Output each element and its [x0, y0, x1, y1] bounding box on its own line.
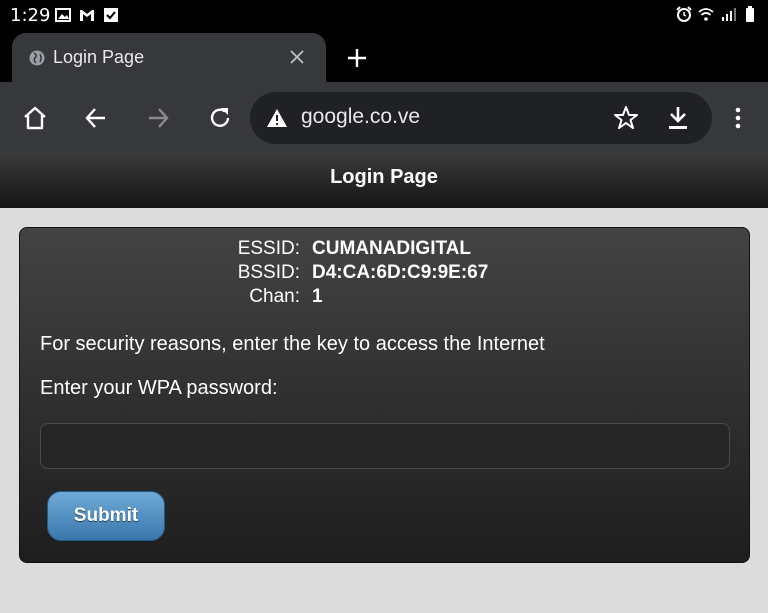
- login-card: ESSID: CUMANADIGITAL BSSID: D4:CA:6D:C9:…: [19, 227, 750, 563]
- submit-button[interactable]: Submit: [47, 491, 165, 541]
- essid-row: ESSID: CUMANADIGITAL: [20, 238, 751, 262]
- tab-login-page[interactable]: Login Page: [12, 33, 326, 82]
- new-tab-icon[interactable]: [346, 47, 368, 69]
- warning-icon[interactable]: [266, 108, 288, 128]
- security-message: For security reasons, enter the key to a…: [40, 333, 545, 355]
- status-time: 1:29: [10, 5, 51, 26]
- reload-icon[interactable]: [207, 105, 233, 131]
- bssid-label: BSSID:: [237, 262, 300, 283]
- chan-label: Chan:: [249, 286, 300, 307]
- checkbox-icon: [104, 8, 118, 22]
- wifi-icon: [698, 8, 714, 21]
- chan-value: 1: [312, 286, 323, 307]
- home-icon[interactable]: [22, 105, 48, 131]
- back-arrow-icon[interactable]: [83, 105, 109, 131]
- address-bar[interactable]: google.co.ve: [250, 92, 712, 144]
- battery-icon: [746, 6, 754, 22]
- close-icon[interactable]: [289, 49, 305, 65]
- tab-title: Login Page: [53, 47, 145, 67]
- page-header: Login Page: [0, 154, 768, 208]
- essid-value: CUMANADIGITAL: [312, 238, 472, 259]
- bssid-value: D4:CA:6D:C9:9E:67: [312, 262, 489, 283]
- bssid-row: BSSID: D4:CA:6D:C9:9E:67: [20, 262, 751, 286]
- chan-row: Chan: 1: [20, 286, 751, 310]
- password-input[interactable]: [40, 423, 730, 469]
- url-text[interactable]: google.co.ve: [301, 105, 420, 129]
- essid-label: ESSID:: [237, 238, 300, 259]
- alarm-icon: [676, 6, 692, 22]
- page-title: Login Page: [330, 166, 438, 188]
- password-prompt: Enter your WPA password:: [40, 377, 278, 399]
- forward-arrow-icon[interactable]: [145, 105, 171, 131]
- tab-strip: Login Page: [0, 32, 768, 82]
- browser-toolbar: google.co.ve: [0, 82, 768, 154]
- gmail-icon: [80, 10, 94, 21]
- globe-icon: [29, 50, 45, 66]
- star-icon[interactable]: [613, 105, 639, 131]
- image-icon: [55, 8, 71, 22]
- download-icon[interactable]: [666, 105, 690, 131]
- status-bar: 1:29: [0, 0, 768, 32]
- signal-icon: [722, 8, 736, 21]
- menu-icon[interactable]: [725, 105, 751, 131]
